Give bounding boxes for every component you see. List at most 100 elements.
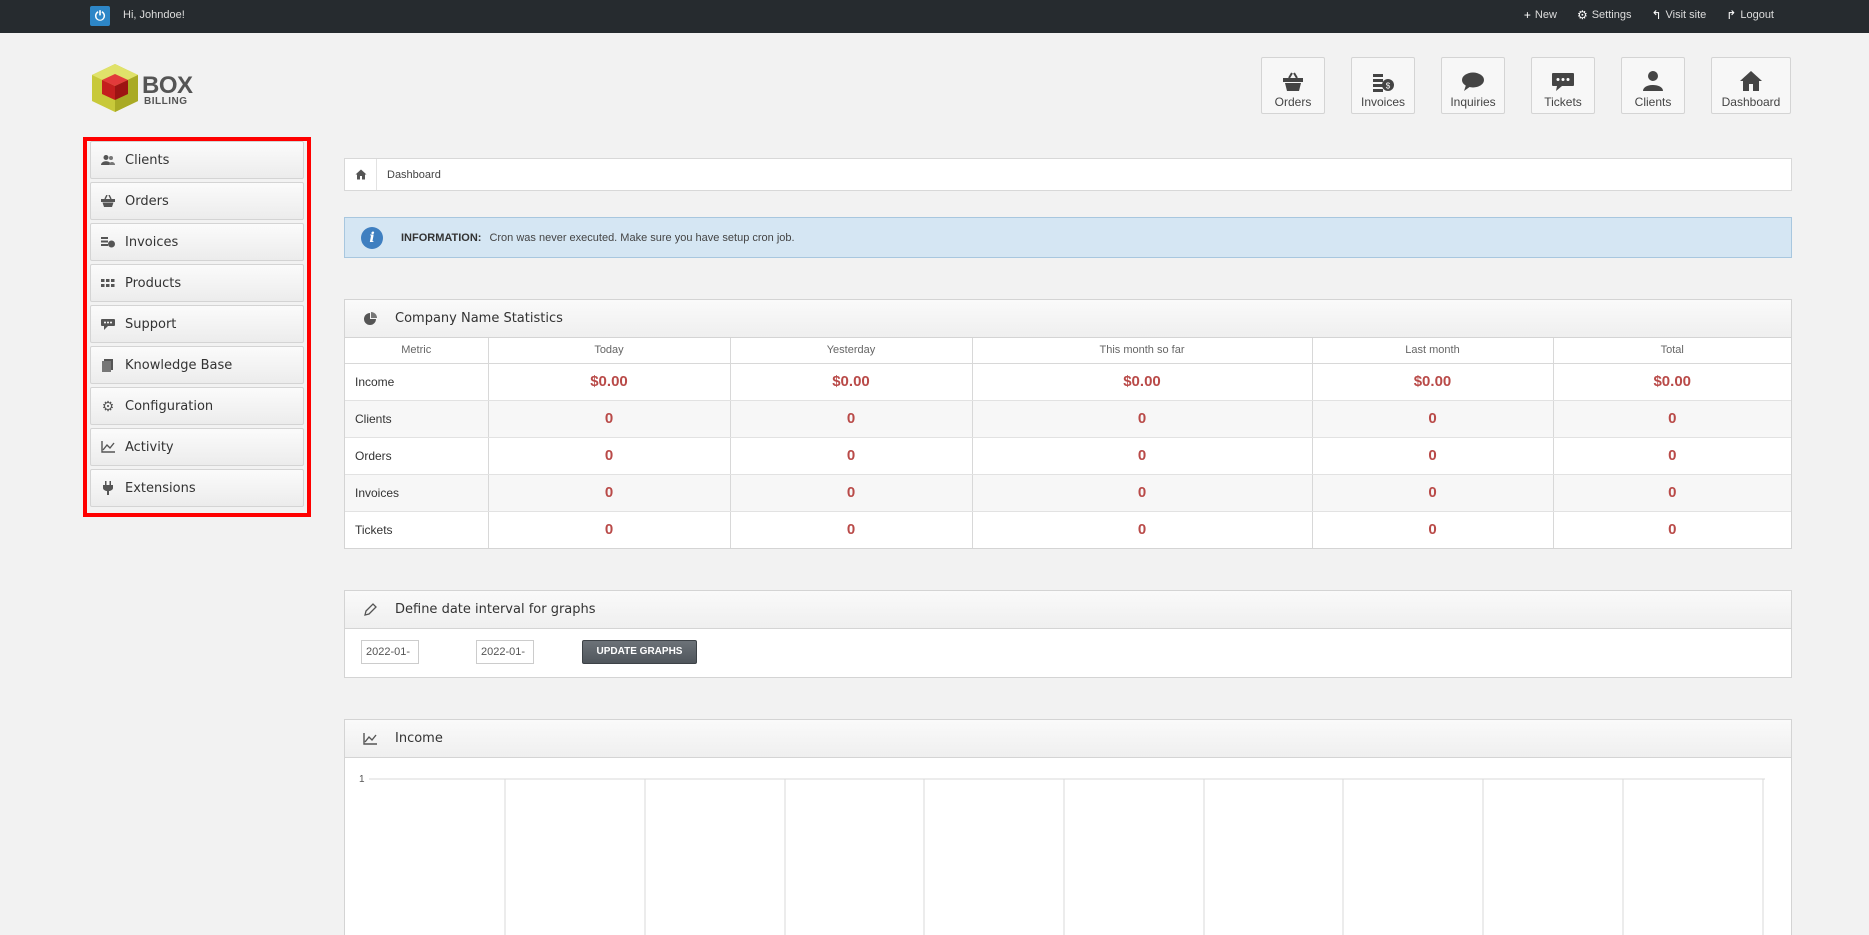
shortcut-label: Dashboard [1721,95,1781,109]
stat-value: 0 [972,474,1313,512]
sidebar-item-extensions[interactable]: Extensions [90,469,304,507]
column-header: Yesterday [730,338,973,364]
metric-label: Invoices [345,474,489,512]
breadcrumb-current[interactable]: Dashboard [377,169,441,181]
sidebar-item-invoices[interactable]: Invoices [90,223,304,261]
sidebar-item-activity[interactable]: Activity [90,428,304,466]
statistics-table: Metric Today Yesterday This month so far… [345,338,1791,548]
chart-grid [369,778,1765,935]
date-from-input[interactable] [361,640,419,664]
stat-value: 0 [730,437,973,475]
widget-header: Define date interval for graphs [345,591,1791,629]
shortcut-inquiries[interactable]: Inquiries [1441,57,1505,114]
logo-subtext: BILLING [144,96,188,107]
stat-value: $0.00 [730,363,973,401]
table-row: Invoices 0 0 0 0 0 [345,474,1791,512]
stat-value: $0.00 [488,363,731,401]
info-text: Cron was never executed. Make sure you h… [489,231,795,244]
shortcut-label: Clients [1634,95,1672,109]
share-icon: ↱ [1726,8,1737,22]
sidebar-item-label: Configuration [125,398,214,414]
widget-header: Company Name Statistics [345,300,1791,338]
shortcut-label: Invoices [1360,95,1406,109]
stat-value: 0 [1553,437,1791,475]
sidebar-item-configuration[interactable]: ⚙ Configuration [90,387,304,425]
sidebar-item-label: Extensions [125,480,196,496]
shortcut-tickets[interactable]: Tickets [1531,57,1595,114]
sidebar-item-clients[interactable]: Clients [90,141,304,179]
shortcut-orders[interactable]: Orders [1261,57,1325,114]
stat-value: 0 [730,400,973,438]
table-row: Income $0.00 $0.00 $0.00 $0.00 $0.00 [345,363,1791,401]
column-header: Total [1553,338,1791,364]
date-to-input[interactable] [476,640,534,664]
statistics-widget: Company Name Statistics Metric Today Yes… [344,299,1792,549]
shortcut-dashboard[interactable]: Dashboard [1711,57,1791,114]
metric-label: Tickets [345,511,489,548]
sidebar: Clients Orders Invoices Products Support… [90,141,304,510]
gear-icon: ⚙ [1576,8,1588,22]
sidebar-item-orders[interactable]: Orders [90,182,304,220]
plus-icon: + [1523,8,1531,22]
metric-label: Orders [345,437,489,475]
stat-value: 0 [1312,511,1554,548]
stat-value: $0.00 [972,363,1313,401]
sidebar-item-products[interactable]: Products [90,264,304,302]
plug-icon [91,481,125,495]
power-icon[interactable]: ⏻ [90,6,110,26]
shortcut-invoices[interactable]: $ Invoices [1351,57,1415,114]
stat-value: $0.00 [1312,363,1554,401]
book-icon [91,358,125,372]
income-widget: Income 1 [344,719,1792,935]
update-graphs-button[interactable]: UPDATE GRAPHS [582,640,697,664]
settings-link[interactable]: ⚙ Settings [1577,8,1632,22]
sidebar-item-label: Products [125,275,182,291]
shortcut-label: Tickets [1544,95,1582,109]
shortcut-clients[interactable]: Clients [1621,57,1685,114]
stat-value: 0 [488,511,731,548]
svg-text:$: $ [1386,82,1391,91]
stat-value: 0 [1312,474,1554,512]
sidebar-item-knowledge-base[interactable]: Knowledge Base [90,346,304,384]
visit-site-link[interactable]: ↰ Visit site [1651,8,1706,22]
logout-link[interactable]: ↱ Logout [1726,8,1774,22]
logo[interactable]: BOX BILLING [90,62,205,116]
new-link[interactable]: + New [1524,8,1557,22]
top-bar: ⏻ Hi, Johndoe! + New ⚙ Settings ↰ Visit … [0,0,1869,33]
coins-icon: $ [1373,74,1394,92]
shortcut-bar: Orders $ Invoices Inquiries Tickets Clie… [1261,57,1791,114]
home-icon [1740,71,1762,91]
stat-value: 0 [1553,511,1791,548]
stat-value: 0 [488,437,731,475]
stat-value: $0.00 [1553,363,1791,401]
stat-value: 0 [972,437,1313,475]
stat-value: 0 [488,474,731,512]
cube-logo-icon [92,64,138,112]
reply-icon: ↰ [1651,8,1662,22]
pencil-icon [345,603,395,616]
sidebar-item-support[interactable]: Support [90,305,304,343]
stat-value: 0 [972,511,1313,548]
date-interval-widget: Define date interval for graphs UPDATE G… [344,590,1792,678]
widget-header: Income [345,720,1791,758]
info-label: INFORMATION: [401,231,482,244]
shortcut-label: Inquiries [1450,95,1496,109]
column-header: Last month [1312,338,1554,364]
pie-chart-icon [345,311,395,326]
table-row: Clients 0 0 0 0 0 [345,400,1791,438]
column-header: This month so far [972,338,1313,364]
stat-value: 0 [488,400,731,438]
chat-icon [91,318,125,330]
income-chart: 1 [345,758,1791,935]
metric-label: Income [345,363,489,401]
table-row: Tickets 0 0 0 0 0 [345,511,1791,548]
home-icon [355,169,366,180]
stat-value: 0 [972,400,1313,438]
info-icon: i [361,226,383,249]
stat-value: 0 [1312,400,1554,438]
breadcrumb-home[interactable] [345,159,377,190]
widget-title: Income [395,731,443,746]
gear-icon: ⚙ [101,397,115,414]
column-header: Today [488,338,731,364]
sidebar-item-label: Clients [125,152,170,168]
